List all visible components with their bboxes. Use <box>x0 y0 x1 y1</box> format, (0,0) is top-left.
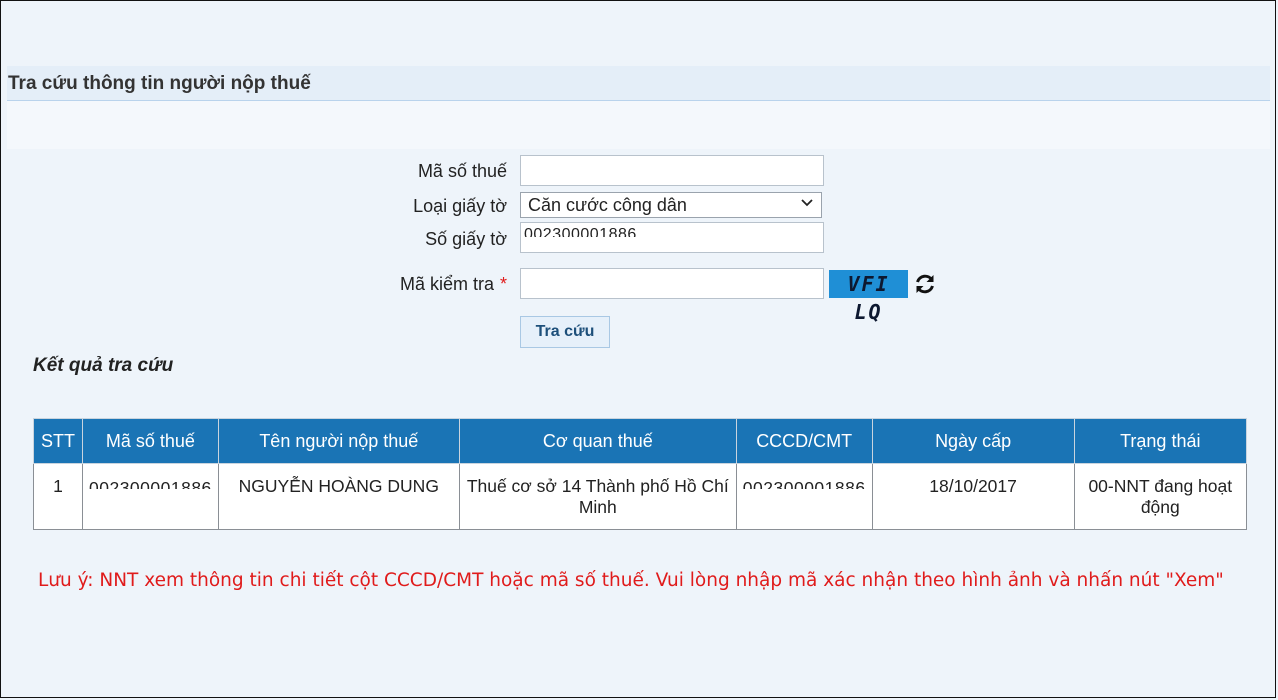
page-title-bar: Tra cứu thông tin người nộp thuế <box>7 66 1270 101</box>
table-header-row: STT Mã số thuế Tên người nộp thuế Cơ qua… <box>33 418 1248 464</box>
cell-status: 00-NNT đang hoạt động <box>1073 463 1248 530</box>
doc-type-select[interactable]: Căn cước công dân <box>520 192 822 218</box>
captcha-label: Mã kiểm tra <box>399 274 494 294</box>
cell-agency: Thuế cơ sở 14 Thành phố Hồ Chí Minh <box>458 463 737 530</box>
col-id-number: CCCD/CMT <box>735 418 873 464</box>
search-button[interactable]: Tra cứu <box>520 316 610 348</box>
captcha-input[interactable] <box>520 268 824 299</box>
captcha-label-row: Mã kiểm tra * <box>327 274 507 295</box>
tax-code-label: Mã số thuế <box>417 161 507 181</box>
doc-number-value: 002300001886 <box>524 226 637 237</box>
table-row: 1 002300001886 NGUYỄN HOÀNG DUNG Thuế cơ… <box>33 463 1248 530</box>
results-table: STT Mã số thuế Tên người nộp thuế Cơ qua… <box>33 418 1248 530</box>
col-issue-date: Ngày cấp <box>871 418 1075 464</box>
note-text: Lưu ý: NNT xem thông tin chi tiết cột CC… <box>38 570 1224 591</box>
refresh-icon[interactable] <box>912 271 938 297</box>
col-tax-code: Mã số thuế <box>82 418 219 464</box>
cell-id-number[interactable]: 002300001886 <box>735 463 873 530</box>
tax-code-input[interactable] <box>520 155 824 186</box>
cell-issue-date: 18/10/2017 <box>871 463 1075 530</box>
doc-type-selected: Căn cước công dân <box>528 195 687 215</box>
captcha-image: VFI LQ <box>829 270 908 324</box>
col-agency: Cơ quan thuế <box>458 418 737 464</box>
results-heading: Kết quả tra cứu <box>33 355 174 376</box>
cell-name: NGUYỄN HOÀNG DUNG <box>217 463 460 530</box>
col-name: Tên người nộp thuế <box>217 418 460 464</box>
required-marker: * <box>499 274 507 294</box>
tax-code-value: 002300001886 <box>89 478 212 489</box>
chevron-down-icon <box>801 199 813 207</box>
cell-stt: 1 <box>33 463 83 530</box>
doc-number-label: Số giấy tờ <box>425 229 507 249</box>
col-status: Trạng thái <box>1073 418 1248 464</box>
cell-tax-code[interactable]: 002300001886 <box>82 463 219 530</box>
id-number-value: 002300001886 <box>742 478 866 489</box>
col-stt: STT <box>33 418 83 464</box>
header-band <box>7 101 1270 149</box>
doc-type-label: Loại giấy tờ <box>413 196 507 216</box>
page-title: Tra cứu thông tin người nộp thuế <box>8 73 311 94</box>
